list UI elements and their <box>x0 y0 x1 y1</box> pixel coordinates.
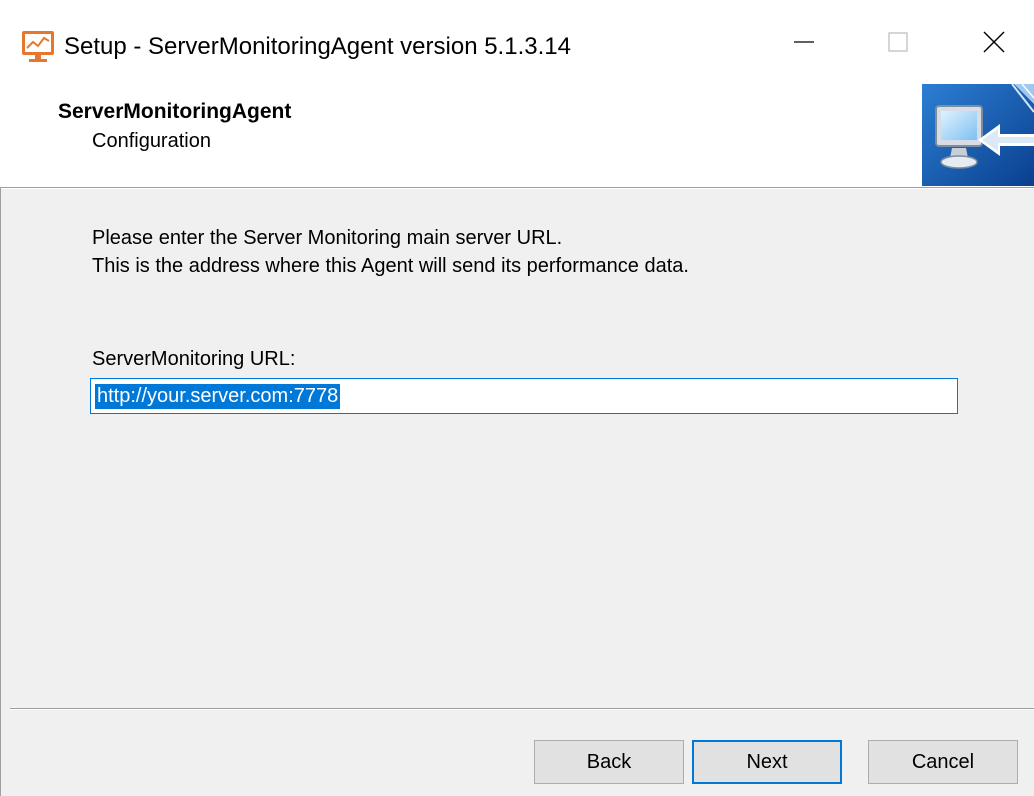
maximize-button <box>852 0 948 84</box>
url-input-value: http://your.server.com:7778 <box>95 384 341 409</box>
next-button[interactable]: Next <box>692 740 842 784</box>
window-title: Setup - ServerMonitoringAgent version 5.… <box>64 33 571 60</box>
intro-line-2: This is the address where this Agent wil… <box>92 255 689 277</box>
url-input[interactable]: http://your.server.com:7778 <box>90 378 958 414</box>
cancel-button[interactable]: Cancel <box>868 740 1018 784</box>
close-icon <box>983 31 1005 53</box>
page-title: ServerMonitoringAgent <box>58 100 292 123</box>
monitor-arrow-icon <box>922 84 1034 186</box>
intro-text: Please enter the Server Monitoring main … <box>92 224 689 280</box>
minimize-icon <box>794 41 814 43</box>
monitor-chart-icon <box>22 31 54 62</box>
window-left-border <box>0 188 1 796</box>
header-divider-highlight <box>0 188 1034 189</box>
intro-line-1: Please enter the Server Monitoring main … <box>92 227 563 249</box>
back-button[interactable]: Back <box>534 740 684 784</box>
minimize-button[interactable] <box>762 0 858 84</box>
footer-divider-highlight <box>10 709 1034 710</box>
maximize-icon <box>888 32 908 52</box>
close-button[interactable] <box>946 0 1034 84</box>
setup-window: Setup - ServerMonitoringAgent version 5.… <box>0 0 1034 796</box>
url-label: ServerMonitoring URL: <box>92 348 296 370</box>
page-subtitle: Configuration <box>92 130 211 152</box>
wizard-header: ServerMonitoringAgent Configuration <box>0 84 1034 188</box>
title-bar[interactable]: Setup - ServerMonitoringAgent version 5.… <box>0 0 1034 84</box>
